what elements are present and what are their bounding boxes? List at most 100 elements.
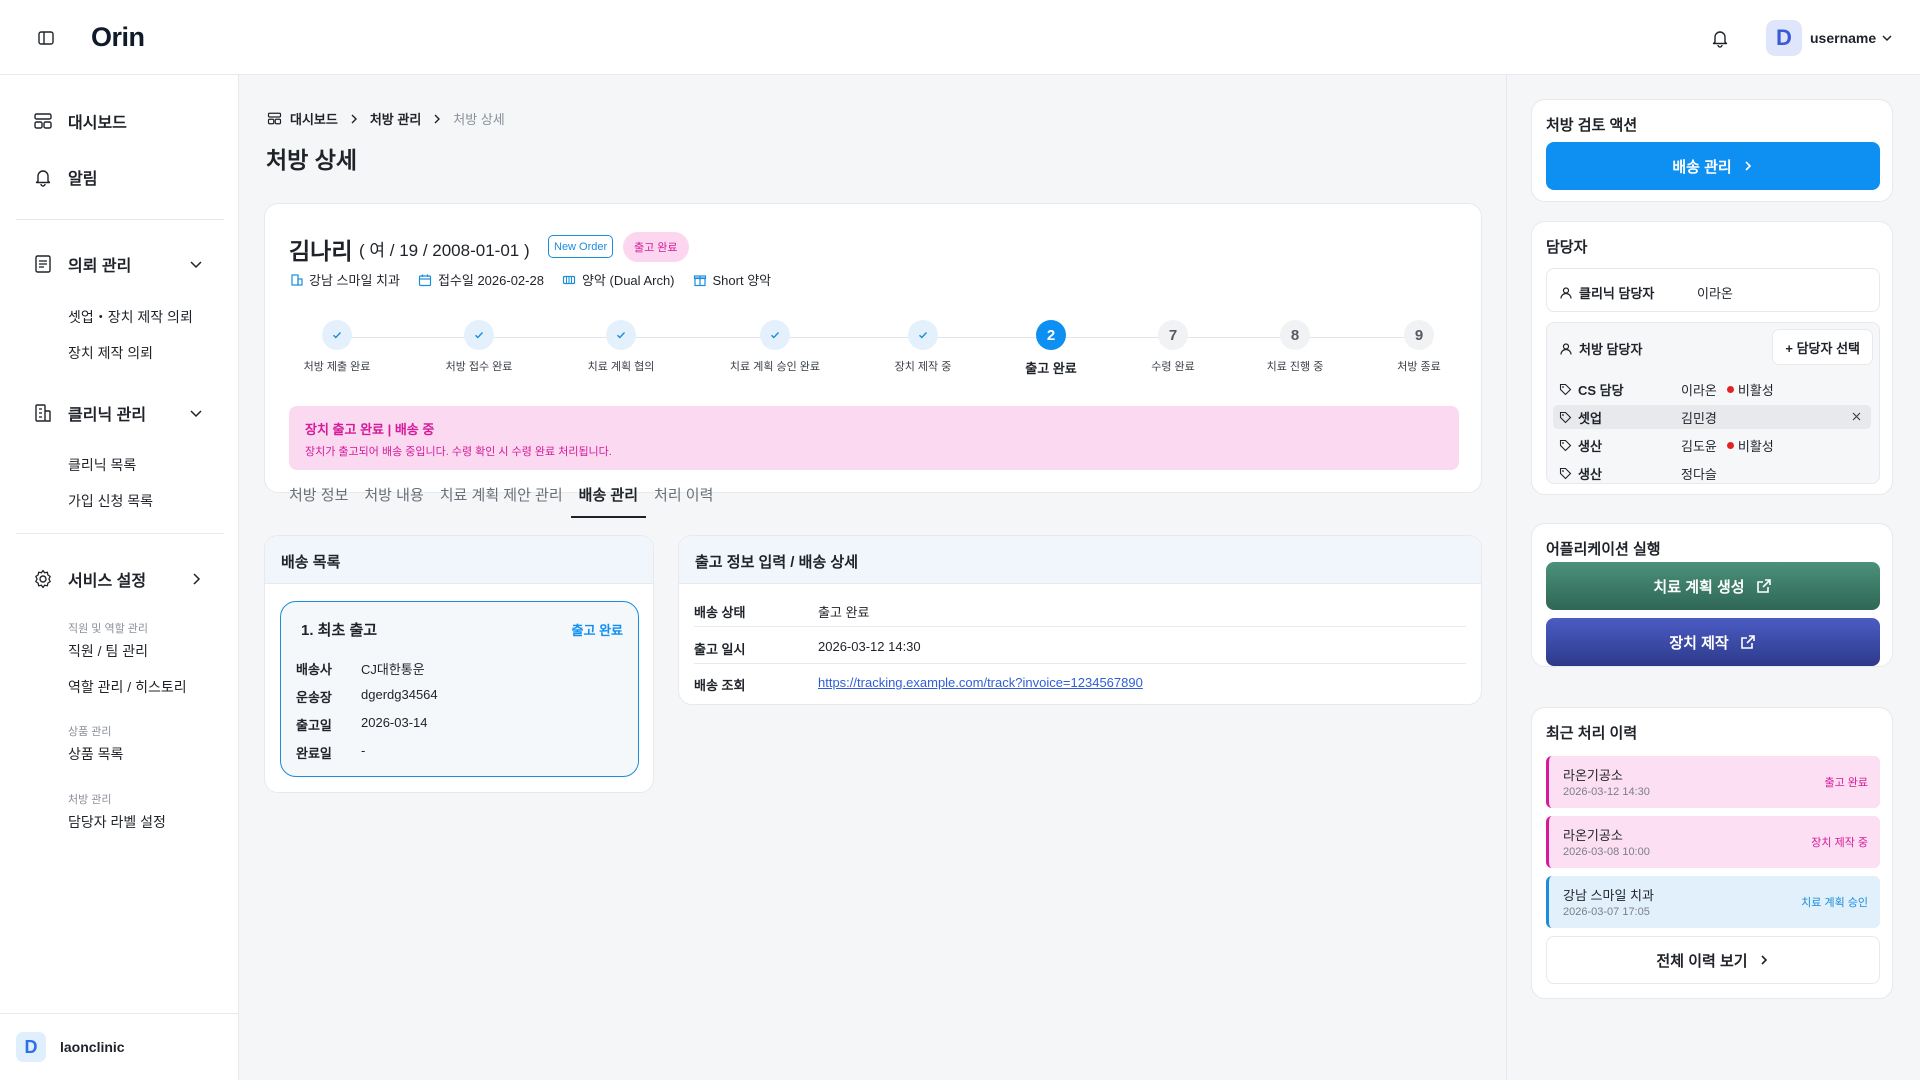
sidebar-toggle-icon[interactable] xyxy=(36,28,56,48)
inactive-dot xyxy=(1726,441,1734,449)
clinic-name: 강남 스마일 치과 xyxy=(309,273,400,288)
tag-icon xyxy=(1559,383,1572,396)
clinic-manager-line: 클리닉 담당자 이라온 xyxy=(1559,283,1733,302)
sidebar-caption: 처방 관리 xyxy=(68,794,112,806)
step-number: 7 xyxy=(1158,320,1188,350)
shipment-item[interactable]: 1. 최초 출고 출고 완료 배송사 CJ대한통운 운송장 dgerdg34564 … xyxy=(280,601,639,777)
check-icon xyxy=(322,320,352,350)
tab-shipping[interactable]: 배송 관리 xyxy=(570,484,647,518)
shipment-row: 배송사 CJ대한통운 xyxy=(296,659,425,678)
sidebar-item-alerts[interactable]: 알림 xyxy=(32,165,97,189)
history-actor: 강남 스마일 치과 xyxy=(1563,888,1654,903)
manager-tag-row[interactable]: 생산 김도윤 비활성 xyxy=(1553,433,1871,457)
shipment-row: 완료일 - xyxy=(296,743,365,762)
tab-treatment-plan[interactable]: 치료 계획 제안 관리 xyxy=(432,484,571,518)
button-label: 치료 계획 생성 xyxy=(1653,578,1745,596)
alert-description: 장치가 출고되어 배송 중입니다. 수령 확인 시 수령 완료 처리됩니다. xyxy=(305,446,612,458)
step-3: 치료 계획 협의 xyxy=(556,320,686,374)
sidebar-group-label: 의뢰 관리 xyxy=(68,258,132,275)
sidebar-group-clinic[interactable]: 클리닉 관리 xyxy=(32,401,202,425)
review-actions-card: 처방 검토 액션 배송 관리 xyxy=(1531,99,1893,202)
manager-tag-row[interactable]: 셋업 김민경 xyxy=(1553,405,1871,429)
view-all-history-button[interactable]: 전체 이력 보기 xyxy=(1546,936,1880,984)
history-actor: 라온기공소 xyxy=(1563,828,1623,843)
username-label[interactable]: username xyxy=(1810,30,1876,46)
history-status: 장치 제작 중 xyxy=(1811,837,1868,849)
history-item[interactable]: 강남 스마일 치과 2026-03-07 17:05 치료 계획 승인 xyxy=(1546,876,1880,928)
status-badge: 출고 완료 xyxy=(623,232,689,262)
page-title: 처방 상세 xyxy=(266,147,358,173)
history-item[interactable]: 라온기공소 2026-03-12 14:30 출고 완료 xyxy=(1546,756,1880,808)
status-alert: 장치 출고 완료 | 배송 중 장치가 출고되어 배송 중입니다. 수령 확인 … xyxy=(289,406,1459,470)
chevron-down-icon[interactable] xyxy=(188,405,204,421)
row-divider xyxy=(694,626,1466,627)
tag-label: CS 담당 xyxy=(1578,382,1624,398)
row-value: 2026-03-14 xyxy=(361,715,428,730)
top-bar: Orin D username xyxy=(0,0,1920,75)
sidebar-item-staff-team[interactable]: 직원 / 팀 관리 xyxy=(68,641,148,661)
tab-history[interactable]: 처리 이력 xyxy=(646,484,721,518)
tab-prescription-info[interactable]: 처방 정보 xyxy=(281,484,356,518)
patient-name: 김나리 xyxy=(289,238,353,264)
history-actor: 라온기공소 xyxy=(1563,768,1623,783)
step-label: 처방 종료 xyxy=(1397,361,1441,373)
sidebar-item-clinic-list[interactable]: 클리닉 목록 xyxy=(68,455,136,475)
row-value: 출고 완료 xyxy=(818,605,870,620)
sidebar-footer[interactable]: D laonclinic xyxy=(0,1013,239,1080)
shipping-manage-button[interactable]: 배송 관리 xyxy=(1546,142,1880,190)
inactive-label: 비활성 xyxy=(1737,438,1774,454)
history-time: 2026-03-12 14:30 xyxy=(1563,786,1650,798)
tag-icon xyxy=(1559,467,1572,480)
user-avatar[interactable]: D xyxy=(1766,20,1802,56)
manager-name: 이라온 xyxy=(1697,286,1733,301)
sidebar-caption: 상품 관리 xyxy=(68,726,112,738)
manager-tag-row[interactable]: 생산 정다슬 xyxy=(1553,461,1871,485)
step-number: 9 xyxy=(1404,320,1434,350)
button-label: 전체 이력 보기 xyxy=(1656,952,1748,970)
tag-manager-name: 김도윤 xyxy=(1681,438,1717,454)
sidebar-item-device-request[interactable]: 장치 제작 의뢰 xyxy=(68,343,153,363)
sidebar-item-product-list[interactable]: 상품 목록 xyxy=(68,744,123,764)
building-icon xyxy=(32,402,54,424)
tag-label: 생산 xyxy=(1578,438,1602,454)
gear-icon xyxy=(32,568,54,590)
sidebar-item-dashboard[interactable]: 대시보드 xyxy=(32,109,127,133)
sidebar-group-service-settings[interactable]: 서비스 설정 xyxy=(32,567,202,591)
sidebar-item-manager-label-settings[interactable]: 담당자 라벨 설정 xyxy=(68,812,166,832)
section-title: 출고 정보 입력 / 배송 상세 xyxy=(679,536,1481,584)
sidebar-item-role-history[interactable]: 역할 관리 / 히스토리 xyxy=(68,677,187,697)
step-label: 처방 접수 완료 xyxy=(445,361,513,373)
step-label: 장치 제작 중 xyxy=(894,361,952,373)
managers-card: 담당자 클리닉 담당자 이라온 처방 담당자 + 담당자 선택 CS 담당 이라… xyxy=(1531,221,1893,495)
received-date: 접수일 2026-02-28 xyxy=(437,273,544,288)
tracking-link[interactable]: https://tracking.example.com/track?invoi… xyxy=(818,675,1143,694)
device-production-button[interactable]: 장치 제작 xyxy=(1546,618,1880,666)
breadcrumb-dashboard[interactable]: 대시보드 xyxy=(290,109,338,128)
manager-tag-row[interactable]: CS 담당 이라온 비활성 xyxy=(1553,377,1871,401)
sidebar-item-label: 대시보드 xyxy=(68,115,127,132)
sidebar-group-requests[interactable]: 의뢰 관리 xyxy=(32,252,202,276)
product-plan: Short 양악 xyxy=(712,273,772,288)
calendar-icon xyxy=(418,272,433,287)
shipment-status: 출고 완료 xyxy=(571,623,623,638)
select-manager-button[interactable]: + 담당자 선택 xyxy=(1772,329,1873,365)
card-title: 최근 처리 이력 xyxy=(1546,725,1638,742)
breadcrumb-prescription-mgmt[interactable]: 처방 관리 xyxy=(370,109,421,128)
chevron-down-icon[interactable] xyxy=(188,256,204,272)
sidebar-item-signup-requests[interactable]: 가입 신청 목록 xyxy=(68,491,153,511)
row-key: 출고 일시 xyxy=(694,642,746,657)
recent-history-card: 최근 처리 이력 라온기공소 2026-03-12 14:30 출고 완료 라온… xyxy=(1531,707,1893,999)
sidebar-group-label: 서비스 설정 xyxy=(68,573,147,590)
external-link-icon xyxy=(1739,633,1757,651)
chevron-right-icon[interactable] xyxy=(188,571,204,587)
shipping-list-card: 배송 목록 1. 최초 출고 출고 완료 배송사 CJ대한통운 운송장 dgerdg… xyxy=(264,535,654,793)
history-item[interactable]: 라온기공소 2026-03-08 10:00 장치 제작 중 xyxy=(1546,816,1880,868)
notification-bell-icon[interactable] xyxy=(1709,27,1731,49)
close-icon[interactable] xyxy=(1850,410,1863,423)
chevron-down-icon[interactable] xyxy=(1880,31,1894,45)
tab-prescription-content[interactable]: 처방 내용 xyxy=(356,484,431,518)
create-treatment-plan-button[interactable]: 치료 계획 생성 xyxy=(1546,562,1880,610)
app-logo[interactable]: Orin xyxy=(91,22,145,53)
button-label: 장치 제작 xyxy=(1669,634,1729,652)
sidebar-item-setup-device-request[interactable]: 셋업・장치 제작 의뢰 xyxy=(68,307,193,327)
